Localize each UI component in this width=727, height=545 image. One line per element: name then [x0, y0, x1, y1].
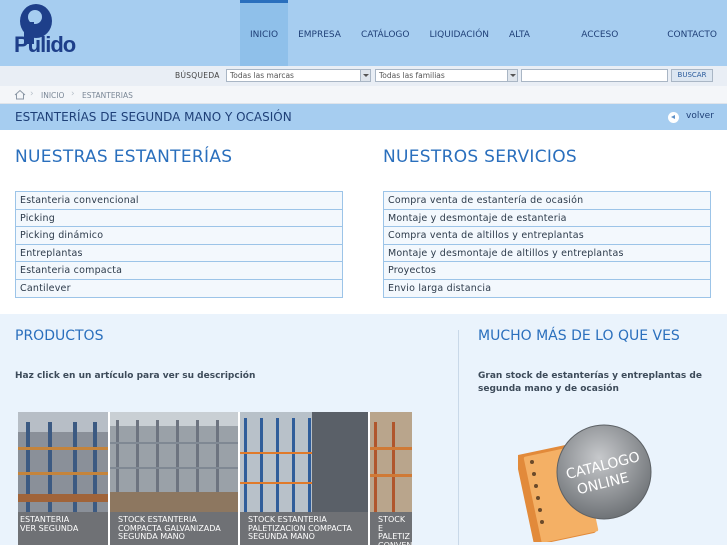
product-image [370, 412, 412, 512]
back-arrow-icon[interactable] [668, 112, 679, 123]
catalog-online-icon[interactable]: CATALOGO ONLINE [518, 422, 658, 542]
product-thumb[interactable]: ESTANTERIA VER SEGUNDA [18, 412, 108, 545]
back-link[interactable]: volver [686, 111, 714, 121]
nav-item-empresa[interactable]: EMPRESA [288, 0, 351, 66]
nav-item-contacto[interactable]: CONTACTO [657, 0, 727, 66]
chevron-down-icon[interactable] [360, 70, 370, 81]
product-caption: STOCK ESTANTERIA COMPACTA GALVANIZADA SE… [110, 512, 238, 545]
list-item[interactable]: Picking dinámico [16, 227, 342, 245]
nav-item-inicio[interactable]: INICIO [240, 0, 289, 66]
product-caption: ESTANTERIA VER SEGUNDA [18, 512, 108, 545]
list-item[interactable]: Montaje y desmontaje de estanteria [384, 209, 710, 227]
main-nav: INICIO EMPRESA CATÁLOGO LIQUIDACIÓN ALTA… [240, 0, 727, 110]
nav-item-catalogo[interactable]: CATÁLOGO [351, 0, 420, 66]
list-item[interactable]: Compra venta de altillos y entreplantas [384, 227, 710, 245]
productos-hint: Haz click en un artículo para ver su des… [15, 371, 256, 381]
chevron-down-icon[interactable] [507, 70, 517, 81]
nav-item-acceso-cliente[interactable]: ACCESO CLIENTE [571, 0, 657, 110]
header: Pulido INICIO EMPRESA CATÁLOGO LIQUIDACI… [0, 0, 727, 110]
list-item[interactable]: Proyectos [384, 262, 710, 280]
product-image [240, 412, 368, 512]
bottom-section: PRODUCTOS Haz click en un artículo para … [0, 314, 727, 545]
product-caption: STOCK E PALETIZ CONVEN [370, 512, 412, 545]
brand-select[interactable]: Todas las marcas [226, 69, 371, 82]
breadcrumb: › INICIO › ESTANTERIAS [0, 86, 727, 104]
nav-item-alta-cliente[interactable]: ALTA CLIENTE [499, 0, 571, 110]
product-thumb[interactable]: STOCK ESTANTERIA COMPACTA GALVANIZADA SE… [110, 412, 238, 545]
product-carousel[interactable]: ESTANTERIA VER SEGUNDA STOCK ESTANTERIA … [18, 412, 412, 545]
list-item[interactable]: Entreplantas [16, 244, 342, 262]
servicios-list: Compra venta de estantería de ocasión Mo… [383, 191, 711, 298]
search-label: BÚSQUEDA [175, 71, 220, 80]
nav-item-liquidacion[interactable]: LIQUIDACIÓN [419, 0, 499, 66]
list-item[interactable]: Picking [16, 209, 342, 227]
product-caption: STOCK ESTANTERIA PALETIZACION COMPACTA S… [240, 512, 368, 545]
search-bar: BÚSQUEDA Todas las marcas Todas las fami… [0, 66, 727, 86]
list-item[interactable]: Estanteria compacta [16, 262, 342, 280]
family-select-value: Todas las familias [379, 71, 445, 80]
page-title: ESTANTERÍAS DE SEGUNDA MANO Y OCASIÓN [15, 110, 292, 124]
home-icon[interactable] [14, 89, 26, 100]
search-input[interactable] [521, 69, 668, 82]
estanterias-list: Estanteria convencional Picking Picking … [15, 191, 343, 298]
product-thumb[interactable]: STOCK E PALETIZ CONVEN [370, 412, 412, 545]
product-image [110, 412, 238, 512]
breadcrumb-separator-icon: › [71, 89, 75, 99]
family-select[interactable]: Todas las familias [375, 69, 518, 82]
pulido-logo[interactable]: Pulido [12, 4, 92, 60]
breadcrumb-item-inicio[interactable]: INICIO [41, 91, 64, 100]
title-bar: ESTANTERÍAS DE SEGUNDA MANO Y OCASIÓN vo… [0, 104, 727, 130]
list-item[interactable]: Compra venta de estantería de ocasión [384, 192, 710, 210]
brand-select-value: Todas las marcas [230, 71, 294, 80]
estanterias-title: NUESTRAS ESTANTERÍAS [15, 147, 233, 167]
mucho-text: Gran stock de estanterías y entreplantas… [478, 371, 702, 394]
section-divider [458, 330, 459, 545]
list-item[interactable]: Envio larga distancia [384, 279, 710, 297]
search-button[interactable]: BUSCAR [671, 69, 713, 82]
servicios-title: NUESTROS SERVICIOS [383, 147, 577, 167]
list-item[interactable]: Estanteria convencional [16, 192, 342, 210]
breadcrumb-item-estanterias[interactable]: ESTANTERIAS [82, 91, 133, 100]
productos-title: PRODUCTOS [15, 328, 104, 344]
breadcrumb-separator-icon: › [30, 89, 34, 99]
mucho-title: MUCHO MÁS DE LO QUE VES [478, 328, 680, 344]
list-item[interactable]: Cantilever [16, 279, 342, 297]
logo-text: Pulido [14, 32, 76, 57]
product-image [18, 412, 108, 512]
product-thumb[interactable]: STOCK ESTANTERIA PALETIZACION COMPACTA S… [240, 412, 368, 545]
list-item[interactable]: Montaje y desmontaje de altillos y entre… [384, 244, 710, 262]
